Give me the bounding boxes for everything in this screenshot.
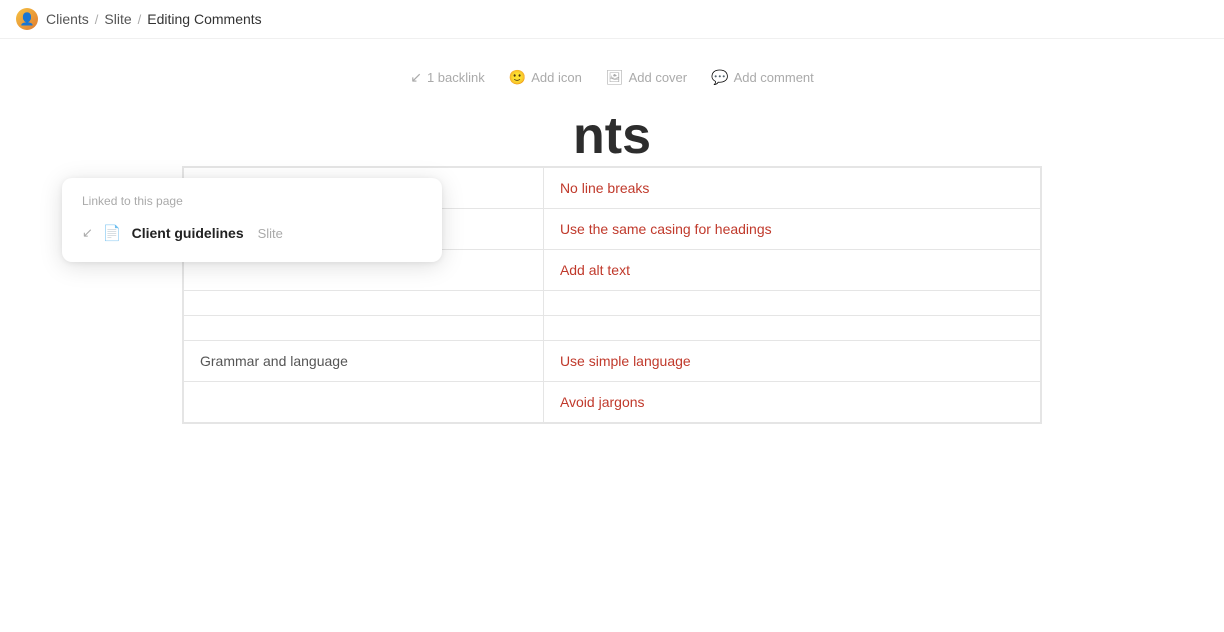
table-cell-right: Avoid jargons bbox=[543, 382, 1040, 423]
backlink-popup: Linked to this page ↙ 📄 Client guideline… bbox=[62, 178, 442, 262]
avatar: 👤 bbox=[16, 8, 38, 30]
breadcrumb: 👤 Clients / Slite / Editing Comments bbox=[0, 0, 1224, 39]
page-title-area: nts bbox=[0, 106, 1224, 166]
comment-icon: 💬 bbox=[711, 69, 728, 86]
add-icon-button[interactable]: 🙂 Add icon bbox=[509, 69, 582, 86]
table-row bbox=[184, 316, 1041, 341]
table-row: Grammar and languageUse simple language bbox=[184, 341, 1041, 382]
add-comment-button[interactable]: 💬 Add comment bbox=[711, 69, 814, 86]
add-cover-button[interactable]: 🖼 Add cover bbox=[606, 69, 687, 86]
table-row: Avoid jargons bbox=[184, 382, 1041, 423]
breadcrumb-sep-2: / bbox=[138, 12, 142, 27]
backlink-item-title: Client guidelines bbox=[132, 225, 244, 241]
backlink-icon: ↙ bbox=[410, 69, 422, 86]
image-icon: 🖼 bbox=[606, 69, 624, 86]
add-comment-label: Add comment bbox=[734, 70, 814, 85]
breadcrumb-current: Editing Comments bbox=[147, 11, 261, 27]
table-cell-right: Add alt text bbox=[543, 250, 1040, 291]
table-row bbox=[184, 291, 1041, 316]
breadcrumb-slite[interactable]: Slite bbox=[104, 11, 131, 27]
page-toolbar: ↙ 1 backlink 🙂 Add icon 🖼 Add cover 💬 Ad… bbox=[410, 69, 814, 86]
table-cell-right: No line breaks bbox=[543, 168, 1040, 209]
backlink-label: 1 backlink bbox=[427, 70, 485, 85]
emoji-icon: 🙂 bbox=[509, 69, 526, 86]
table-cell-right: Use the same casing for headings bbox=[543, 209, 1040, 250]
backlink-arrow-icon: ↙ bbox=[82, 225, 93, 241]
table-cell-left bbox=[184, 316, 544, 341]
table-cell-left: Grammar and language bbox=[184, 341, 544, 382]
backlink-list-item[interactable]: ↙ 📄 Client guidelines Slite bbox=[82, 220, 422, 246]
table-cell-left bbox=[184, 291, 544, 316]
table-cell-right bbox=[543, 291, 1040, 316]
add-cover-label: Add cover bbox=[629, 70, 688, 85]
backlink-button[interactable]: ↙ 1 backlink bbox=[410, 69, 485, 86]
backlink-item-source: Slite bbox=[258, 226, 283, 241]
breadcrumb-clients[interactable]: Clients bbox=[46, 11, 89, 27]
breadcrumb-sep-1: / bbox=[95, 12, 99, 27]
page-title: nts bbox=[573, 106, 651, 166]
backlink-popup-title: Linked to this page bbox=[82, 194, 422, 208]
table-cell-left bbox=[184, 382, 544, 423]
table-cell-right: Use simple language bbox=[543, 341, 1040, 382]
add-icon-label: Add icon bbox=[531, 70, 582, 85]
document-icon: 📄 bbox=[103, 224, 122, 242]
table-cell-right bbox=[543, 316, 1040, 341]
